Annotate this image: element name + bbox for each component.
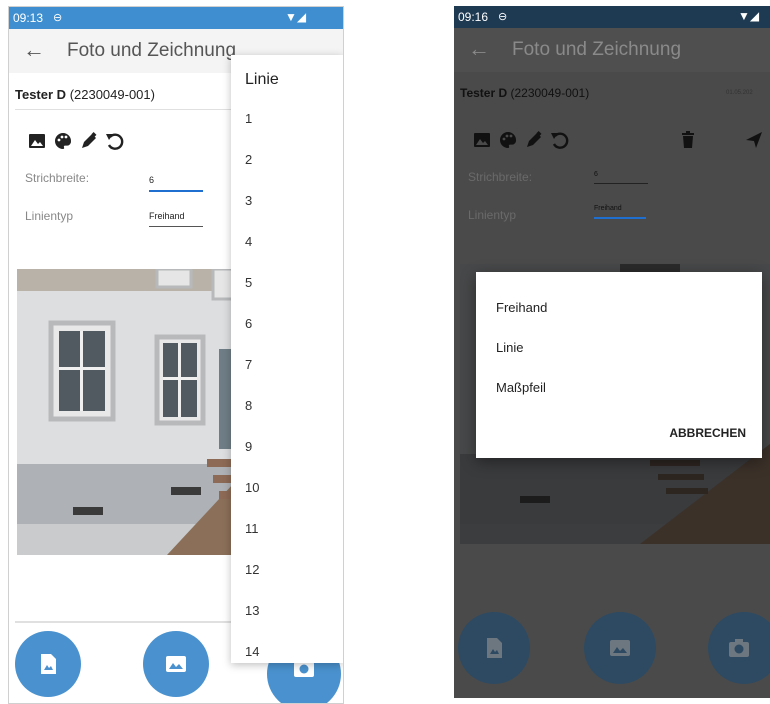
facade-photo	[17, 269, 247, 555]
image-icon[interactable]	[472, 130, 492, 150]
status-bar: 09:16 ⊖ ▼◢	[454, 6, 770, 28]
tester-name: Tester D	[460, 86, 508, 100]
document-image-button[interactable]	[15, 631, 81, 697]
dropdown-item[interactable]: 8	[245, 398, 252, 413]
dropdown-item[interactable]: 14	[245, 644, 259, 659]
undo-icon[interactable]	[105, 131, 125, 151]
pen-icon[interactable]	[79, 131, 99, 151]
dropdown-item[interactable]: 11	[245, 521, 259, 536]
gallery-button[interactable]	[584, 612, 656, 684]
dialog-option-masspfeil[interactable]: Maßpfeil	[496, 380, 546, 395]
page-title: Foto und Zeichnung	[67, 40, 237, 61]
signal-icon: ▼◢	[738, 9, 760, 23]
status-bar: 09:13 ⊖ ▼◢	[9, 7, 343, 29]
pen-icon[interactable]	[524, 130, 544, 150]
line-type-dialog: Freihand Linie Maßpfeil ABBRECHEN	[476, 272, 762, 458]
image-icon	[166, 656, 186, 672]
divider	[15, 109, 245, 110]
palette-icon[interactable]	[53, 131, 73, 151]
linientyp-select[interactable]: Freihand	[149, 211, 203, 227]
linientyp-label: Linientyp	[468, 208, 517, 222]
dropdown-item[interactable]: 9	[245, 439, 252, 454]
tester-row: Tester D (2230049-001)	[15, 87, 155, 102]
camera-icon	[729, 639, 749, 657]
image-icon[interactable]	[27, 131, 47, 151]
document-image-icon	[41, 654, 56, 674]
left-screen: 09:13 ⊖ ▼◢ ← Foto und Zeichnung Tester D…	[8, 6, 344, 704]
dropdown-item[interactable]: 3	[245, 193, 252, 208]
strichbreite-input[interactable]: 6	[594, 171, 648, 184]
tester-row: Tester D (2230049-001)	[460, 86, 589, 100]
dropdown-item[interactable]: 13	[245, 603, 259, 618]
gallery-button[interactable]	[143, 631, 209, 697]
dropdown-item[interactable]: 2	[245, 152, 252, 167]
divider	[15, 621, 245, 623]
app-bar: ← Foto und Zeichnung	[454, 28, 770, 72]
line-width-dropdown: Linie 1 2 3 4 5 6 7 8 9 10 11 12 13 14	[231, 55, 343, 663]
palette-icon[interactable]	[498, 130, 518, 150]
cancel-button[interactable]: ABBRECHEN	[669, 426, 746, 440]
dropdown-item[interactable]: 7	[245, 357, 252, 372]
notification-icon: ⊖	[498, 11, 508, 23]
dropdown-item[interactable]: 5	[245, 275, 252, 290]
dropdown-item[interactable]: 4	[245, 234, 252, 249]
trash-icon[interactable]	[678, 130, 698, 150]
page-title: Foto und Zeichnung	[512, 39, 682, 60]
strichbreite-input[interactable]: 6	[149, 175, 203, 192]
tester-id: (2230049-001)	[510, 86, 590, 100]
back-arrow-icon[interactable]: ←	[23, 37, 45, 63]
dropdown-title: Linie	[245, 71, 279, 88]
status-time: 09:16	[458, 10, 489, 24]
dropdown-item[interactable]: 10	[245, 480, 259, 495]
notification-icon: ⊖	[53, 12, 63, 24]
tester-id: (2230049-001)	[69, 87, 155, 102]
signal-icon: ▼◢	[285, 10, 307, 24]
linientyp-select[interactable]: Freihand	[594, 205, 646, 219]
back-arrow-icon[interactable]: ←	[468, 36, 490, 62]
document-image-button[interactable]	[458, 612, 530, 684]
dropdown-item[interactable]: 1	[245, 111, 252, 126]
dropdown-item[interactable]: 6	[245, 316, 252, 331]
dropdown-item[interactable]: 12	[245, 562, 259, 577]
strichbreite-label: Strichbreite:	[468, 170, 533, 184]
tester-name: Tester D	[15, 87, 67, 102]
status-time: 09:13	[13, 11, 44, 25]
image-icon	[610, 640, 630, 656]
undo-icon[interactable]	[550, 130, 570, 150]
dialog-option-linie[interactable]: Linie	[496, 340, 523, 355]
document-image-icon	[487, 638, 502, 658]
right-screen: 09:16 ⊖ ▼◢ ← Foto und Zeichnung Tester D…	[454, 6, 770, 698]
send-icon[interactable]	[744, 130, 764, 150]
linientyp-label: Linientyp	[25, 209, 74, 223]
strichbreite-label: Strichbreite:	[25, 171, 90, 185]
camera-button[interactable]	[708, 612, 770, 684]
dialog-option-freihand[interactable]: Freihand	[496, 300, 547, 315]
date-text: 01.05.202	[726, 90, 753, 96]
